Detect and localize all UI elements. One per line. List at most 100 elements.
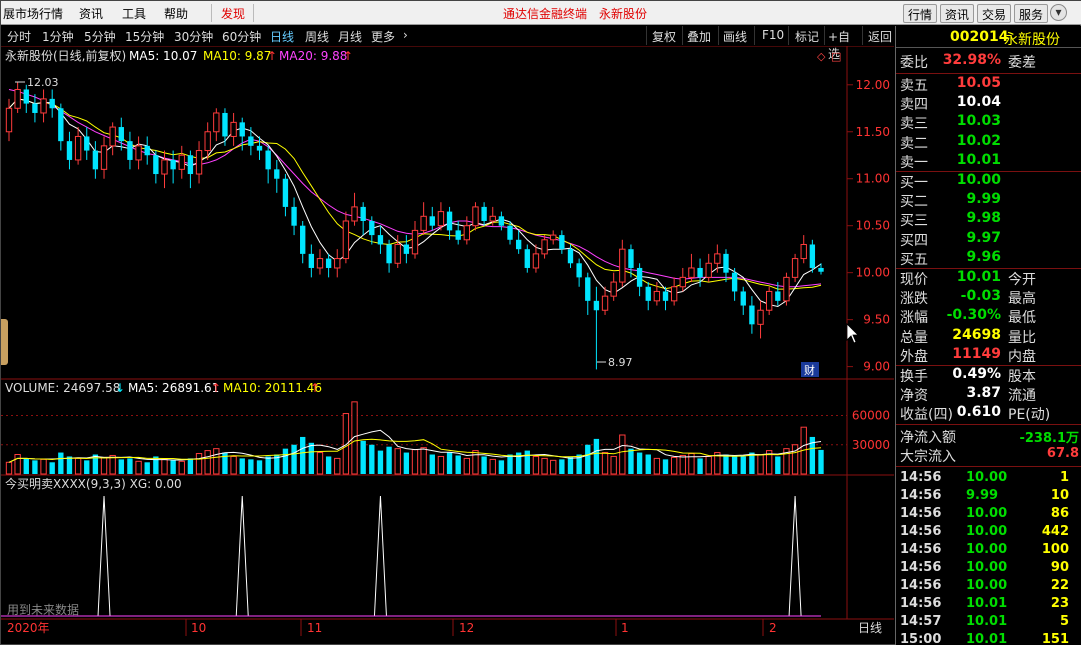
tick-row[interactable]: 15:00 10.01 151 — [896, 632, 1081, 645]
period-weekly[interactable]: 周线 — [305, 28, 329, 45]
period-60min[interactable]: 60分钟 — [222, 28, 261, 45]
candle-body-down — [49, 98, 55, 109]
candle-body-down — [775, 291, 781, 301]
period-more[interactable]: 更多 — [371, 28, 395, 45]
ask-level-value: 10.05 — [956, 75, 1001, 91]
ask-level-label: 卖一 — [900, 154, 928, 171]
candle-body-up — [532, 253, 540, 269]
tick-row[interactable]: 14:56 10.00 1 — [896, 470, 1081, 488]
finance-badge-label: 财 — [804, 363, 815, 377]
period-intraday[interactable]: 分时 — [7, 28, 31, 45]
tick-row[interactable]: 14:56 10.00 100 — [896, 542, 1081, 560]
menu-discover[interactable]: 发现 — [221, 5, 245, 22]
quote-button[interactable]: 行情 — [903, 4, 938, 23]
ma10-legend: MA10: 9.87 — [203, 49, 271, 63]
volume-bar-up — [135, 460, 142, 475]
date-tick: 2020年 — [7, 621, 50, 635]
candle-body-up — [437, 211, 445, 227]
candle-body-up — [109, 126, 116, 147]
low-price-label: 8.97 — [608, 356, 633, 369]
tick-row[interactable]: 14:56 10.00 22 — [896, 578, 1081, 596]
ask-level: 卖一 10.01 — [896, 152, 1081, 171]
bid-level: 买四 9.97 — [896, 230, 1081, 249]
candle-body-up — [5, 107, 13, 133]
period-30min[interactable]: 30分钟 — [174, 28, 213, 45]
candle-body-up — [610, 281, 617, 297]
candle-body-down — [153, 155, 159, 175]
period-5min[interactable]: 5分钟 — [84, 28, 116, 45]
stock-code: 002014 — [950, 29, 1009, 45]
candle-body-down — [274, 169, 280, 179]
period-15min[interactable]: 15分钟 — [125, 28, 164, 45]
side-panel-toggle[interactable] — [1, 319, 8, 365]
volume-bar-up — [619, 434, 626, 475]
chevron-right-icon[interactable]: › — [403, 28, 408, 42]
volume-bar-up — [532, 455, 540, 475]
volume-bar-down — [455, 455, 461, 474]
menu-help[interactable]: 帮助 — [164, 5, 188, 22]
square-marker-icon[interactable]: □ — [831, 50, 841, 63]
candle-body-up — [316, 258, 324, 269]
candle-body-down — [429, 216, 435, 226]
candle-body-down — [187, 155, 194, 175]
volume-bar-down — [507, 454, 513, 474]
volume-bar-down — [325, 456, 332, 474]
draw-button[interactable]: 画线 — [718, 26, 754, 45]
candle-body-up — [195, 150, 203, 175]
add-watchlist-button[interactable]: +自选 — [824, 26, 862, 61]
candlesticks — [5, 81, 824, 370]
date-axis: 2020年 10 11 12 1 2 日线 — [7, 619, 882, 636]
info-button[interactable]: 资讯 — [940, 4, 975, 23]
tick-row[interactable]: 14:56 10.00 90 — [896, 560, 1081, 578]
volume-bar-up — [670, 456, 678, 475]
volume-bar-up — [420, 447, 427, 475]
f10-button[interactable]: F10 — [754, 26, 788, 45]
volume-bar-up — [161, 458, 168, 475]
candle-body-down — [308, 253, 315, 268]
stat-row-label: 外盘 — [900, 348, 928, 365]
period-daily[interactable]: 日线 — [270, 28, 294, 45]
candle-body-down — [455, 230, 461, 240]
stat-row-label2: 最低 — [1008, 310, 1036, 327]
trade-button[interactable]: 交易 — [977, 4, 1012, 23]
tick-volume: 23 — [1050, 596, 1069, 611]
volume-bar-down — [239, 458, 245, 474]
tick-row[interactable]: 14:56 10.00 442 — [896, 524, 1081, 542]
volume-bar-down — [84, 460, 90, 474]
tick-price: 10.00 — [966, 470, 1008, 485]
menu-tools[interactable]: 工具 — [122, 5, 146, 22]
weibi-value: 32.98% — [942, 52, 1001, 68]
chart-area[interactable]: 永新股份(日线,前复权) MA5: 10.07 MA10: 9.87 MA20:… — [1, 45, 894, 636]
menu-market[interactable]: 展市场行情 — [3, 5, 63, 22]
period-1min[interactable]: 1分钟 — [42, 28, 74, 45]
candle-body-down — [628, 249, 634, 268]
service-button[interactable]: 服务 — [1014, 4, 1049, 23]
diamond-marker-icon[interactable]: ◇ — [817, 50, 826, 63]
menu-news[interactable]: 资讯 — [79, 5, 103, 22]
date-tick: 1 — [621, 621, 629, 635]
volume-bar-down — [559, 459, 565, 474]
candle-body-up — [351, 206, 358, 222]
candle-body-down — [446, 211, 453, 231]
minimize-icon[interactable]: ▾ — [1050, 4, 1067, 21]
volume-bar-up — [14, 454, 21, 475]
kline-chart[interactable]: 永新股份(日线,前复权) MA5: 10.07 MA10: 9.87 MA20:… — [1, 45, 894, 636]
mark-button[interactable]: 标记 — [788, 26, 824, 45]
back-button[interactable]: 返回 — [862, 26, 894, 45]
period-monthly[interactable]: 月线 — [338, 28, 362, 45]
ma5-legend: MA5: 10.07 — [129, 49, 197, 63]
overlay-button[interactable]: 叠加 — [682, 26, 718, 45]
volume-axis-label: 30000 — [852, 438, 890, 452]
flow-label: 大宗流入 — [900, 449, 956, 465]
candle-body-down — [58, 108, 64, 142]
adjust-button[interactable]: 复权 — [646, 26, 682, 45]
divider — [896, 73, 1081, 74]
tick-row[interactable]: 14:57 10.01 5 — [896, 614, 1081, 632]
tick-row[interactable]: 14:56 10.00 86 — [896, 506, 1081, 524]
stat-row: 现价 10.01 今开 — [896, 269, 1081, 288]
candle-body-down — [818, 267, 824, 272]
tick-row[interactable]: 14:56 9.99 10 — [896, 488, 1081, 506]
tick-row[interactable]: 14:56 10.01 23 — [896, 596, 1081, 614]
candle-body-up — [688, 267, 695, 278]
volume-bar-up — [463, 457, 471, 475]
